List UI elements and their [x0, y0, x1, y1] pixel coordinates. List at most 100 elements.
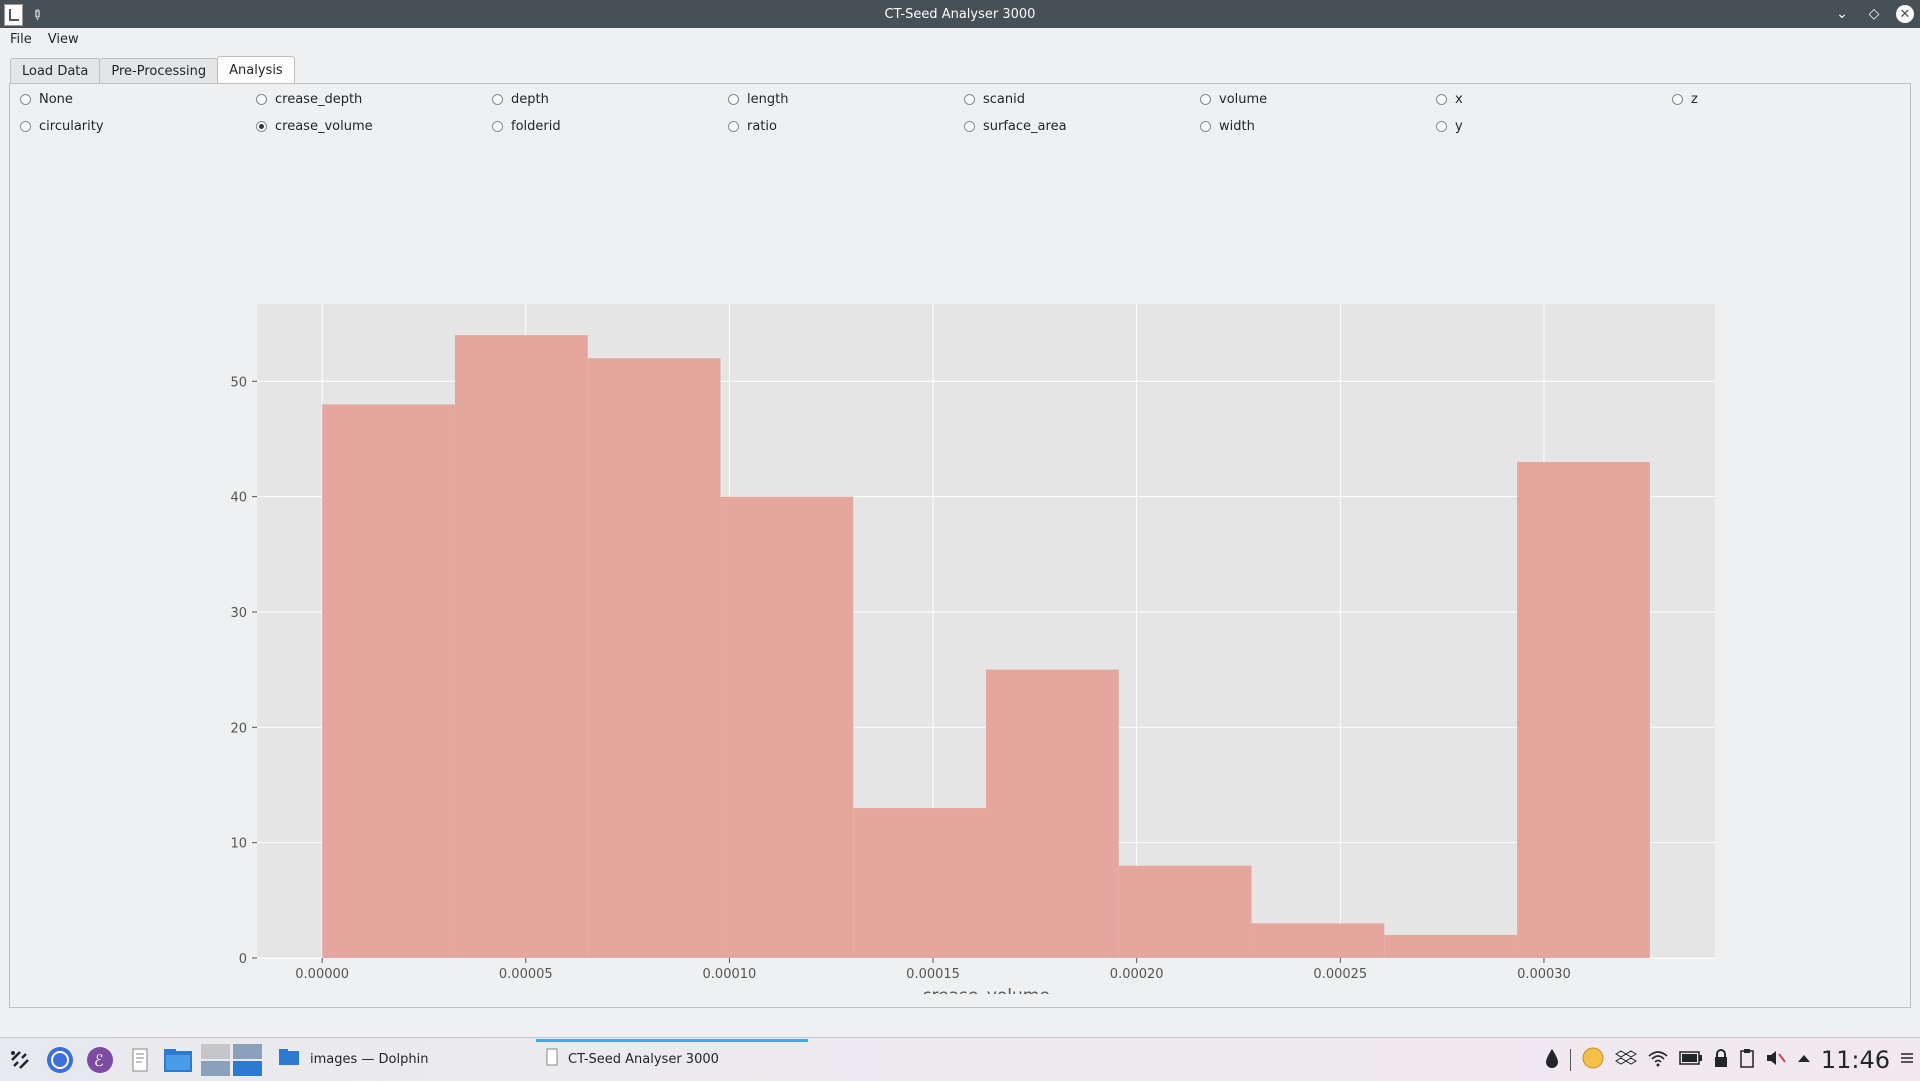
menubar: File View [0, 28, 1920, 50]
tab-pre-processing[interactable]: Pre-Processing [99, 58, 219, 83]
x-tick-label: 0.00025 [1313, 967, 1367, 982]
x-tick-label: 0.00020 [1110, 967, 1164, 982]
file-manager-icon[interactable] [162, 1045, 194, 1075]
close-icon[interactable]: ✕ [1896, 5, 1914, 23]
histogram-bar [720, 496, 854, 958]
tab-analysis[interactable]: Analysis [217, 56, 295, 83]
radio-label: scanid [983, 92, 1025, 107]
clock[interactable]: 11:46 [1821, 1046, 1890, 1074]
task-ct-seed-analyser[interactable]: CT-Seed Analyser 3000 [536, 1039, 808, 1078]
radio-label: None [39, 92, 73, 107]
menu-file[interactable]: File [4, 32, 38, 47]
dropbox-icon[interactable] [1614, 1049, 1637, 1071]
app-icon[interactable] [4, 4, 23, 26]
radio-button-icon[interactable] [492, 94, 503, 105]
radio-label: width [1219, 119, 1255, 134]
radio-button-icon[interactable] [1200, 94, 1211, 105]
script-icon[interactable] [124, 1045, 156, 1075]
taskbar: ℰ images — Dolphin CT-Seed Analyser 3000 [0, 1037, 1920, 1081]
radio-x[interactable]: x [1436, 92, 1463, 107]
histogram-bar [587, 358, 721, 958]
x-axis-label: crease_volume [922, 986, 1050, 994]
y-tick-label: 0 [239, 952, 247, 967]
window-titlebar: ✎ CT-Seed Analyser 3000 ⌄ ◇ ✕ [0, 0, 1920, 28]
status-circle-icon[interactable] [1581, 1046, 1605, 1074]
radio-label: crease_volume [275, 119, 373, 134]
histogram-chart: 0.00000 0.00005 0.00010 0.00015 0.00020 0.000… [230, 304, 1715, 1006]
x-tick-label: 0.00015 [906, 967, 960, 982]
lock-icon[interactable] [1713, 1048, 1729, 1072]
emacs-icon[interactable]: ℰ [84, 1045, 116, 1075]
x-tick-label: 0.00005 [499, 967, 553, 982]
radio-label: z [1691, 92, 1698, 107]
radio-label: circularity [39, 119, 104, 134]
volume-muted-icon[interactable] [1765, 1049, 1787, 1071]
radio-width[interactable]: width [1200, 119, 1255, 134]
radio-crease-volume[interactable]: crease_volume [256, 119, 373, 134]
radio-button-icon[interactable] [1436, 121, 1447, 132]
pin-icon[interactable]: ✎ [27, 6, 45, 24]
radio-label: ratio [747, 119, 777, 134]
radio-button-icon[interactable] [256, 121, 267, 132]
radio-button-icon[interactable] [1200, 121, 1211, 132]
clipboard-icon[interactable] [1739, 1048, 1755, 1072]
analysis-panel: None circularity crease_depth crease_volume… [9, 83, 1911, 1008]
radio-ratio[interactable]: ratio [728, 119, 777, 134]
radio-button-icon[interactable] [964, 94, 975, 105]
task-dolphin[interactable]: images — Dolphin [274, 1040, 536, 1078]
radio-y[interactable]: y [1436, 119, 1463, 134]
expand-tray-icon[interactable] [1797, 1052, 1811, 1067]
radio-button-icon[interactable] [1672, 94, 1683, 105]
histogram-bar [986, 669, 1119, 958]
task-label: CT-Seed Analyser 3000 [568, 1051, 719, 1067]
radio-folderid[interactable]: folderid [492, 119, 561, 134]
y-tick-label: 20 [230, 721, 247, 736]
drop-icon[interactable] [1544, 1047, 1560, 1073]
radio-button-icon[interactable] [256, 94, 267, 105]
virtual-desktop-pager[interactable] [200, 1044, 264, 1076]
radio-surface-area[interactable]: surface_area [964, 119, 1067, 134]
maximize-icon[interactable]: ◇ [1864, 4, 1884, 24]
radio-volume[interactable]: volume [1200, 92, 1267, 107]
task-label: images — Dolphin [310, 1051, 429, 1067]
menu-view[interactable]: View [42, 32, 85, 47]
hamburger-menu-icon[interactable] [1900, 1051, 1914, 1069]
radio-button-icon[interactable] [728, 121, 739, 132]
radio-none[interactable]: None [20, 92, 73, 107]
application-launcher-icon[interactable] [4, 1045, 36, 1075]
radio-button-icon[interactable] [492, 121, 503, 132]
wifi-icon[interactable] [1647, 1049, 1669, 1071]
tab-bar: Load Data Pre-Processing Analysis [10, 56, 295, 84]
radio-scanid[interactable]: scanid [964, 92, 1025, 107]
radio-label: length [747, 92, 789, 107]
radio-depth[interactable]: depth [492, 92, 549, 107]
battery-icon[interactable] [1679, 1050, 1703, 1070]
radio-button-icon[interactable] [964, 121, 975, 132]
radio-length[interactable]: length [728, 92, 788, 107]
histogram-bar [1118, 865, 1252, 958]
y-tick-label: 10 [230, 837, 247, 852]
radio-crease-depth[interactable]: crease_depth [256, 92, 362, 107]
tab-load-data[interactable]: Load Data [10, 58, 101, 83]
y-tick-label: 30 [230, 606, 247, 621]
x-tick-label: 0.00010 [703, 967, 757, 982]
browser-icon[interactable] [44, 1045, 76, 1075]
radio-label: volume [1219, 92, 1268, 107]
radio-button-icon[interactable] [20, 94, 31, 105]
minimize-icon[interactable]: ⌄ [1832, 4, 1852, 24]
radio-label: crease_depth [275, 92, 363, 107]
radio-circularity[interactable]: circularity [20, 119, 104, 134]
histogram-plot: 0.00000 0.00005 0.00010 0.00015 0.00020 0.000… [30, 154, 1910, 1006]
x-tick-label: 0.00030 [1517, 967, 1571, 982]
radio-button-icon[interactable] [728, 94, 739, 105]
histogram-bar [454, 335, 588, 959]
svg-text:ℰ: ℰ [94, 1051, 104, 1070]
radio-z[interactable]: z [1672, 92, 1698, 107]
radio-label: depth [511, 92, 549, 107]
histogram-bar [1251, 923, 1385, 958]
x-tick-label: 0.00000 [295, 967, 349, 982]
radio-button-icon[interactable] [20, 121, 31, 132]
histogram-bar [1384, 934, 1518, 958]
radio-button-icon[interactable] [1436, 94, 1447, 105]
app-icon [546, 1048, 558, 1070]
